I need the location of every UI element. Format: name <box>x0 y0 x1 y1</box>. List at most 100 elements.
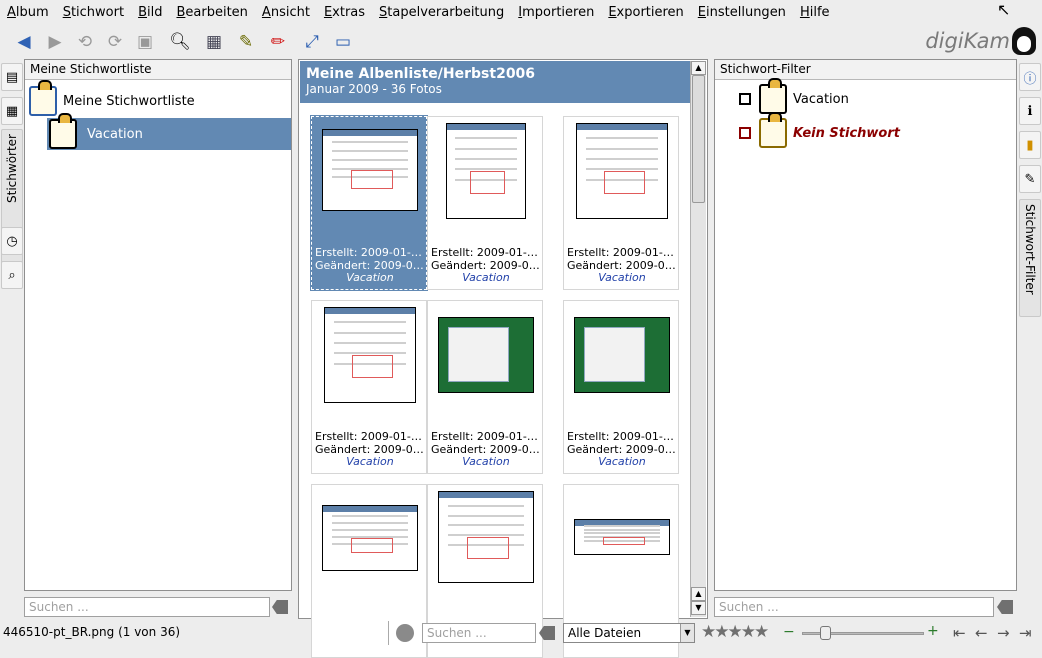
created-date: Erstellt: 2009-01-05... <box>315 247 425 259</box>
thumbnail-image[interactable] <box>438 317 534 393</box>
thumbnail-highlight <box>467 537 510 559</box>
clear-search-icon[interactable] <box>997 600 1013 614</box>
calendar-tab-icon[interactable]: ▦ <box>1 97 23 125</box>
menu-item-stichwort[interactable]: Stichwort <box>56 5 131 20</box>
rotate-right-icon[interactable]: ⟳ <box>102 29 128 55</box>
tag-item-vacation[interactable]: Vacation <box>47 113 291 150</box>
thumbnail-line <box>586 147 658 150</box>
scroll-up-icon-bottom[interactable]: ▲ <box>691 587 706 601</box>
clear-search-icon[interactable] <box>539 626 555 640</box>
thumbnail-tag[interactable]: Vacation <box>315 271 425 285</box>
tag-search-input[interactable]: Suchen ... <box>24 597 270 617</box>
menu-item-ansicht[interactable]: Ansicht <box>255 5 317 20</box>
vertical-scrollbar[interactable]: ▲ ▲ ▼ <box>690 61 706 617</box>
checkbox[interactable] <box>739 127 751 139</box>
file-type-filter[interactable]: Alle Dateien ▼ <box>563 623 695 643</box>
file-type-filter-value: Alle Dateien <box>568 626 642 640</box>
thumbnail-image[interactable] <box>574 317 670 393</box>
back-arrow-icon[interactable]: ◀ <box>11 29 37 55</box>
thumbnail-image[interactable] <box>446 123 526 219</box>
red-pencil-icon[interactable]: ✏ <box>265 29 291 55</box>
menu-item-stapelverarbeitung[interactable]: Stapelverarbeitung <box>372 5 511 20</box>
thumbnail-tag[interactable]: Vacation <box>431 455 541 469</box>
thumbnail-line <box>454 168 518 171</box>
thumbnail-image[interactable] <box>574 519 670 555</box>
lighttable-icon[interactable]: ▣ <box>132 29 158 55</box>
rotate-left-icon[interactable]: ⟲ <box>72 29 98 55</box>
image-view-icon[interactable]: ▦ <box>201 29 227 55</box>
thumbnail-card[interactable]: Erstellt: 2009-01-07... Geändert: 2009-01… <box>563 300 679 474</box>
thumbnail-tag[interactable]: Vacation <box>315 455 425 469</box>
menu-item-exportieren[interactable]: Exportieren <box>601 5 690 20</box>
thumbnail-card[interactable]: Erstellt: 2009-01-06... Geändert: 2009-01… <box>311 300 427 474</box>
previous-image-icon[interactable]: ← <box>975 624 988 642</box>
thumbnail-line <box>454 137 518 140</box>
filter-item-vacation[interactable]: Vacation <box>739 78 849 114</box>
thumbnail-titlebar <box>447 124 525 130</box>
thumbnail-image[interactable] <box>322 129 418 211</box>
thumbnail-line <box>586 137 658 140</box>
thumbnail-tag[interactable]: Vacation <box>431 271 541 285</box>
menu-item-importieren[interactable]: Importieren <box>511 5 601 20</box>
thumbnail-card[interactable]: Erstellt: 2009-01-05... Geändert: 2009-01… <box>310 115 428 291</box>
scroll-down-icon[interactable]: ▼ <box>691 601 706 615</box>
thumbnail-line <box>584 528 660 531</box>
search-tab-icon[interactable]: ⌕ <box>1 261 23 289</box>
tab-stichwort-filter[interactable]: Stichwort-Filter <box>1019 199 1041 317</box>
menu-item-bild[interactable]: Bild <box>131 5 169 20</box>
thumbnail-line <box>454 147 518 150</box>
checkbox[interactable] <box>739 93 751 105</box>
thumbnail-line <box>448 514 524 517</box>
last-image-icon[interactable]: ⇥ <box>1019 624 1032 642</box>
scroll-up-icon[interactable]: ▲ <box>691 61 706 75</box>
thumbnail-card[interactable]: Erstellt: 2009-01-07... Geändert: 2009-01… <box>427 300 543 474</box>
menu-item-einstellungen[interactable]: Einstellungen <box>691 5 793 20</box>
forward-arrow-icon[interactable]: ▶ <box>42 29 68 55</box>
scroll-thumb[interactable] <box>692 75 705 203</box>
zoom-in-icon[interactable]: + <box>927 623 939 639</box>
album-tab-icon[interactable]: ▤ <box>1 63 23 91</box>
tag-root[interactable]: Meine Stichwortliste <box>29 80 195 116</box>
menu-item-album[interactable]: Album <box>0 5 56 20</box>
thumbnail-titlebar <box>325 308 415 314</box>
timeline-tab-icon[interactable]: ◷ <box>1 227 23 255</box>
thumbnail-card[interactable]: Erstellt: 2009-01-06... Geändert: 2009-01… <box>563 116 679 290</box>
zoom-out-icon[interactable]: − <box>783 624 795 640</box>
tag-root-label: Meine Stichwortliste <box>63 93 195 109</box>
edit-icon[interactable]: ✎ <box>233 29 259 55</box>
clear-search-icon[interactable] <box>272 600 288 614</box>
colors-tab-icon[interactable]: ▮ <box>1019 131 1041 159</box>
thumbnail-tag[interactable]: Vacation <box>567 455 677 469</box>
geolocation-tab-icon[interactable]: ✎ <box>1019 165 1041 193</box>
menu-item-hilfe[interactable]: Hilfe <box>793 5 837 20</box>
search-icon[interactable]: 🔍︎ <box>167 29 193 55</box>
thumbnail-view: Meine Albenliste/Herbst2006 Januar 2009 … <box>298 59 708 658</box>
first-image-icon[interactable]: ⇤ <box>953 624 966 642</box>
thumbnail-image[interactable] <box>324 307 416 403</box>
thumbnail-highlight <box>351 170 394 190</box>
thumbnail-meta: Erstellt: 2009-01-06... Geändert: 2009-01… <box>431 247 541 285</box>
zoom-slider-handle[interactable] <box>820 626 831 640</box>
thumbnail-image[interactable] <box>438 491 534 583</box>
info-tab-icon[interactable]: ⓘ <box>1019 63 1041 91</box>
filter-search-input[interactable]: Suchen ... <box>714 597 994 617</box>
metadata-tab-icon[interactable]: ℹ <box>1019 97 1041 125</box>
thumbnail-card[interactable]: Erstellt: 2009-01-06... Geändert: 2009-01… <box>427 116 543 290</box>
thumbnail-highlight <box>470 171 506 194</box>
created-date: Erstellt: 2009-01-06... <box>315 431 425 443</box>
next-image-icon[interactable]: → <box>997 624 1010 642</box>
thumbnail-highlight <box>603 537 646 546</box>
menu-item-extras[interactable]: Extras <box>317 5 372 20</box>
slideshow-icon[interactable]: ▭ <box>330 29 356 55</box>
filter-item-kein-stichwort[interactable]: Kein Stichwort <box>739 112 900 148</box>
thumbnail-titlebar <box>439 492 533 498</box>
album-subtitle: Januar 2009 - 36 Fotos <box>306 82 442 96</box>
rating-filter[interactable]: ★★★★★ <box>701 622 769 642</box>
status-search-input[interactable]: Suchen ... <box>422 623 536 643</box>
thumbnail-tag[interactable]: Vacation <box>567 271 677 285</box>
thumbnail-image[interactable] <box>576 123 668 219</box>
menu-item-bearbeiten[interactable]: Bearbeiten <box>169 5 254 20</box>
thumbnail-line <box>584 524 660 527</box>
fullscreen-icon[interactable]: ⤢ <box>299 29 325 55</box>
thumbnail-image[interactable] <box>322 505 418 571</box>
